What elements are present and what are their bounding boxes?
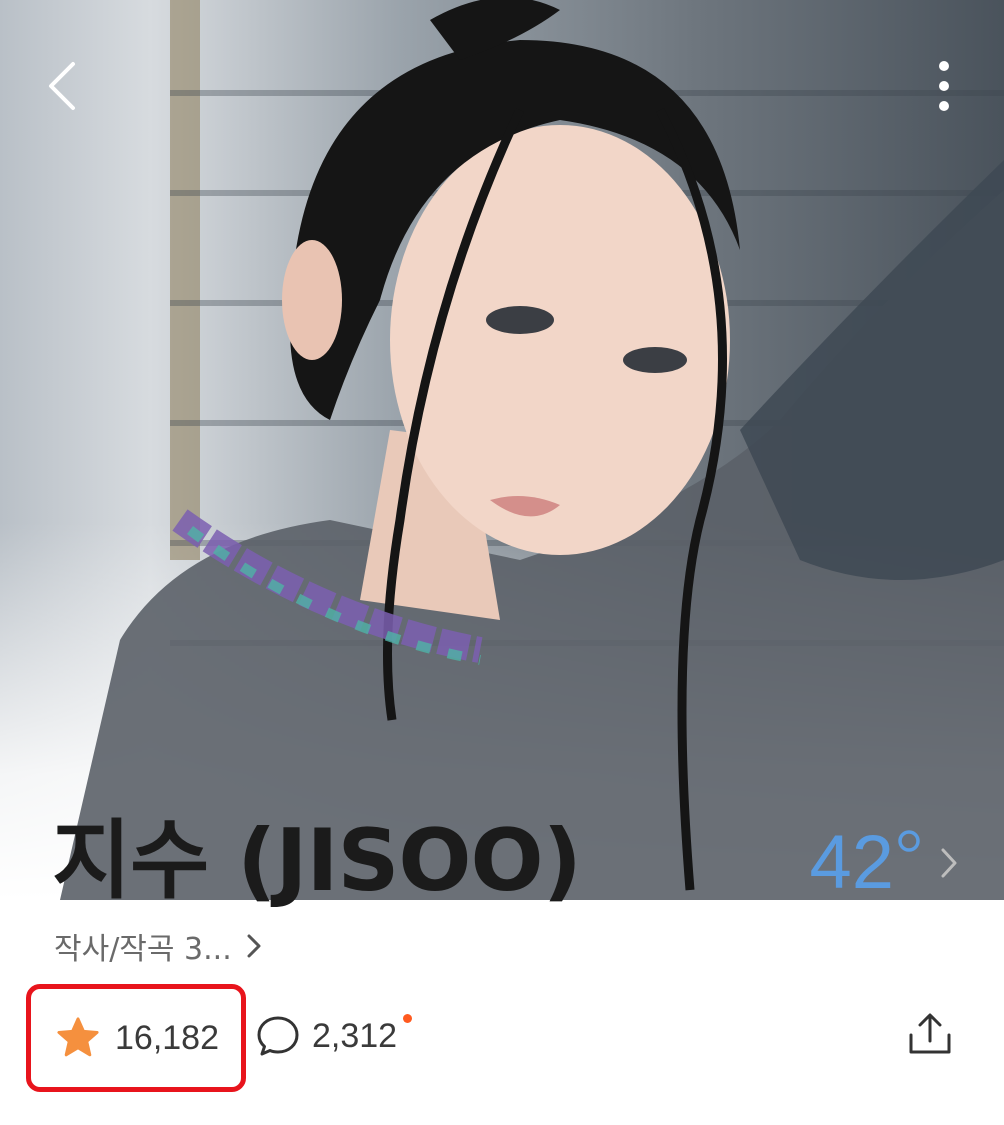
comments-button[interactable]: 2,312 [256, 1008, 418, 1064]
like-count: 16,182 [115, 1018, 219, 1057]
share-icon [909, 1013, 951, 1054]
artist-role-text: 작사/작곡 3... [54, 932, 232, 967]
back-button[interactable] [30, 54, 94, 118]
comment-count: 2,312 [312, 1016, 398, 1055]
more-options-button[interactable] [912, 54, 976, 118]
chevron-left-icon [49, 62, 75, 110]
degree-symbol [898, 830, 920, 852]
artist-role-link[interactable]: 작사/작곡 3... [54, 918, 262, 974]
artist-hero-image [0, 0, 1004, 900]
artist-name: 지수 (JISOO) [52, 811, 582, 911]
stats-bar: 16,182 2,312 [26, 984, 978, 1092]
temperature-value: 42 [809, 820, 894, 905]
chevron-right-icon [247, 934, 261, 958]
share-button[interactable] [902, 1006, 958, 1062]
comment-bubble-icon [257, 1016, 299, 1056]
chevron-right-icon [941, 848, 957, 878]
like-button[interactable]: 16,182 [26, 984, 246, 1092]
more-vertical-icon [939, 61, 949, 111]
artist-portrait [60, 0, 1004, 900]
temperature-link[interactable]: 42 [809, 818, 958, 908]
star-icon [57, 1017, 99, 1057]
new-comment-dot [403, 1013, 413, 1023]
